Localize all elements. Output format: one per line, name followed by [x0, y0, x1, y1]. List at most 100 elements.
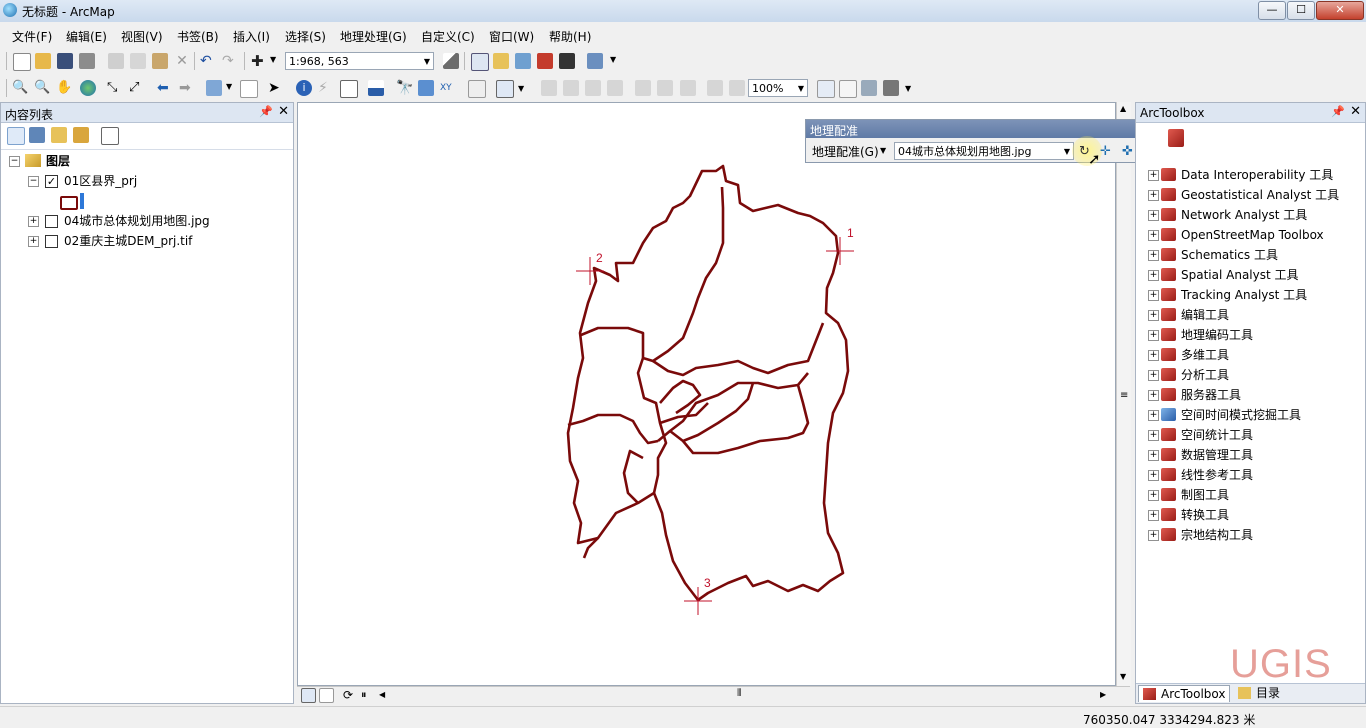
expand-icon[interactable]: + — [1148, 490, 1159, 501]
identify-icon[interactable]: i — [296, 80, 312, 96]
list-by-selection-icon[interactable] — [73, 127, 89, 143]
scroll-grip-icon[interactable]: ≡ — [1120, 390, 1128, 401]
expand-icon[interactable]: + — [1148, 450, 1159, 461]
menu-view[interactable]: 视图(V) — [121, 28, 163, 45]
menu-selection[interactable]: 选择(S) — [285, 28, 326, 45]
expand-icon[interactable]: + — [1148, 470, 1159, 481]
scroll-left-icon[interactable]: ◀ — [379, 690, 385, 699]
list-by-drawing-order-icon[interactable] — [7, 127, 25, 145]
add-data-icon[interactable]: ✚ — [251, 53, 267, 69]
toggle-draft-mode-icon[interactable] — [817, 80, 835, 98]
menu-customize[interactable]: 自定义(C) — [421, 28, 475, 45]
layer-visibility-checkbox[interactable] — [45, 215, 58, 228]
layer-row[interactable]: + 02重庆主城DEM_prj.tif — [28, 232, 288, 250]
search-window-icon[interactable] — [515, 53, 531, 69]
pin-icon[interactable]: 📌 — [259, 105, 273, 118]
redo-icon[interactable]: ↷ — [222, 53, 238, 69]
menu-insert[interactable]: 插入(I) — [233, 28, 270, 45]
focus-data-frame-icon[interactable] — [839, 80, 857, 98]
expand-icon[interactable]: + — [1148, 270, 1159, 281]
fixed-zoom-out-icon[interactable]: ⤢ — [129, 80, 145, 96]
toolbar-options-icon[interactable]: ▼ — [610, 55, 616, 64]
back-icon[interactable]: ⬅ — [157, 80, 173, 96]
model-builder-icon[interactable] — [587, 53, 603, 69]
tools-options-icon[interactable]: ▼ — [518, 84, 524, 93]
zoom-whole-page-icon[interactable] — [607, 80, 623, 96]
polygon-symbol-icon[interactable] — [60, 196, 78, 210]
open-folder-icon[interactable] — [35, 53, 51, 69]
data-driven-pages-icon[interactable] — [883, 80, 899, 96]
layer-row[interactable]: − ✓ 01区县界_prj — [28, 172, 288, 190]
toc-close-icon[interactable]: ✕ — [278, 104, 289, 119]
layout-options-icon[interactable]: ▼ — [905, 84, 911, 93]
save-icon[interactable] — [57, 53, 73, 69]
collapse-icon[interactable]: − — [28, 176, 39, 187]
map-scale-combo[interactable]: 1:968, 563 ▼ — [285, 52, 434, 70]
tab-arctoolbox[interactable]: ArcToolbox — [1138, 685, 1231, 702]
expand-icon[interactable]: + — [1148, 350, 1159, 361]
scroll-down-icon[interactable]: ▼ — [1120, 672, 1126, 681]
expand-icon[interactable]: + — [1148, 530, 1159, 541]
layout-fixed-zoom-in-icon[interactable] — [635, 80, 651, 96]
expand-icon[interactable]: + — [1148, 170, 1159, 181]
scroll-right-icon[interactable]: ▶ — [1100, 690, 1106, 699]
select-dropdown-icon[interactable]: ▼ — [226, 82, 232, 91]
fixed-zoom-in-icon[interactable]: ⤡ — [107, 80, 123, 96]
measure-icon[interactable] — [368, 80, 384, 96]
zoom-out-icon[interactable]: 🔍 — [34, 80, 50, 96]
refresh-icon[interactable]: ⟳ — [343, 688, 353, 702]
georef-layer-combo[interactable]: 04城市总体规划用地图.jpg ▼ — [894, 142, 1074, 160]
find-route-icon[interactable] — [418, 80, 434, 96]
menu-bookmarks[interactable]: 书签(B) — [177, 28, 219, 45]
expand-icon[interactable]: + — [1148, 250, 1159, 261]
collapse-icon[interactable]: − — [9, 156, 20, 167]
arctoolbox-close-icon[interactable]: ✕ — [1350, 104, 1361, 119]
expand-icon[interactable]: + — [1148, 510, 1159, 521]
table-of-contents-icon[interactable] — [471, 53, 489, 71]
menu-geoprocessing[interactable]: 地理处理(G) — [340, 28, 407, 45]
expand-icon[interactable]: + — [1148, 210, 1159, 221]
scroll-grip-icon[interactable]: ⦀ — [737, 688, 741, 699]
expand-icon[interactable]: + — [1148, 310, 1159, 321]
paste-icon[interactable] — [152, 53, 168, 69]
expand-icon[interactable]: + — [1148, 410, 1159, 421]
new-document-icon[interactable] — [13, 53, 31, 71]
menu-help[interactable]: 帮助(H) — [549, 28, 591, 45]
select-elements-icon[interactable]: ➤ — [268, 80, 284, 96]
menu-windows[interactable]: 窗口(W) — [489, 28, 534, 45]
pause-drawing-icon[interactable]: ⏸ — [361, 688, 367, 702]
select-features-icon[interactable] — [206, 80, 222, 96]
layout-view-icon[interactable] — [319, 688, 334, 703]
layout-zoom-combo[interactable]: 100% ▼ — [748, 79, 808, 97]
data-view-icon[interactable] — [301, 688, 316, 703]
expand-icon[interactable]: + — [28, 216, 39, 227]
hyperlink-icon[interactable]: ⚡ — [318, 80, 334, 96]
layout-pan-icon[interactable] — [585, 80, 601, 96]
python-window-icon[interactable] — [559, 53, 575, 69]
menu-edit[interactable]: 编辑(E) — [66, 28, 107, 45]
georef-menu[interactable]: 地理配准(G) — [812, 143, 879, 160]
time-slider-icon[interactable] — [468, 80, 486, 98]
create-viewer-icon[interactable] — [496, 80, 514, 98]
change-layout-icon[interactable] — [861, 80, 877, 96]
forward-icon[interactable]: ➡ — [179, 80, 195, 96]
scroll-up-icon[interactable]: ▲ — [1120, 104, 1126, 113]
expand-icon[interactable]: + — [1148, 430, 1159, 441]
georef-menu-dropdown-icon[interactable]: ▼ — [880, 146, 886, 155]
zoom-in-icon[interactable]: 🔍 — [12, 80, 28, 96]
map-view[interactable]: 1 2 3 — [297, 102, 1116, 686]
full-extent-icon[interactable] — [80, 80, 96, 96]
copy-icon[interactable] — [130, 53, 146, 69]
editor-toolbar-icon[interactable] — [443, 53, 459, 69]
layer-visibility-checkbox[interactable] — [45, 235, 58, 248]
layout-zoom-in-icon[interactable] — [541, 80, 557, 96]
close-button[interactable]: ✕ — [1316, 1, 1364, 20]
add-data-dropdown-icon[interactable]: ▼ — [270, 55, 276, 64]
undo-icon[interactable]: ↶ — [200, 53, 216, 69]
clear-selection-icon[interactable] — [240, 80, 258, 98]
menu-file[interactable]: 文件(F) — [12, 28, 52, 45]
catalog-window-icon[interactable] — [493, 53, 509, 69]
print-icon[interactable] — [79, 53, 95, 69]
expand-icon[interactable]: + — [1148, 290, 1159, 301]
list-by-visibility-icon[interactable] — [51, 127, 67, 143]
